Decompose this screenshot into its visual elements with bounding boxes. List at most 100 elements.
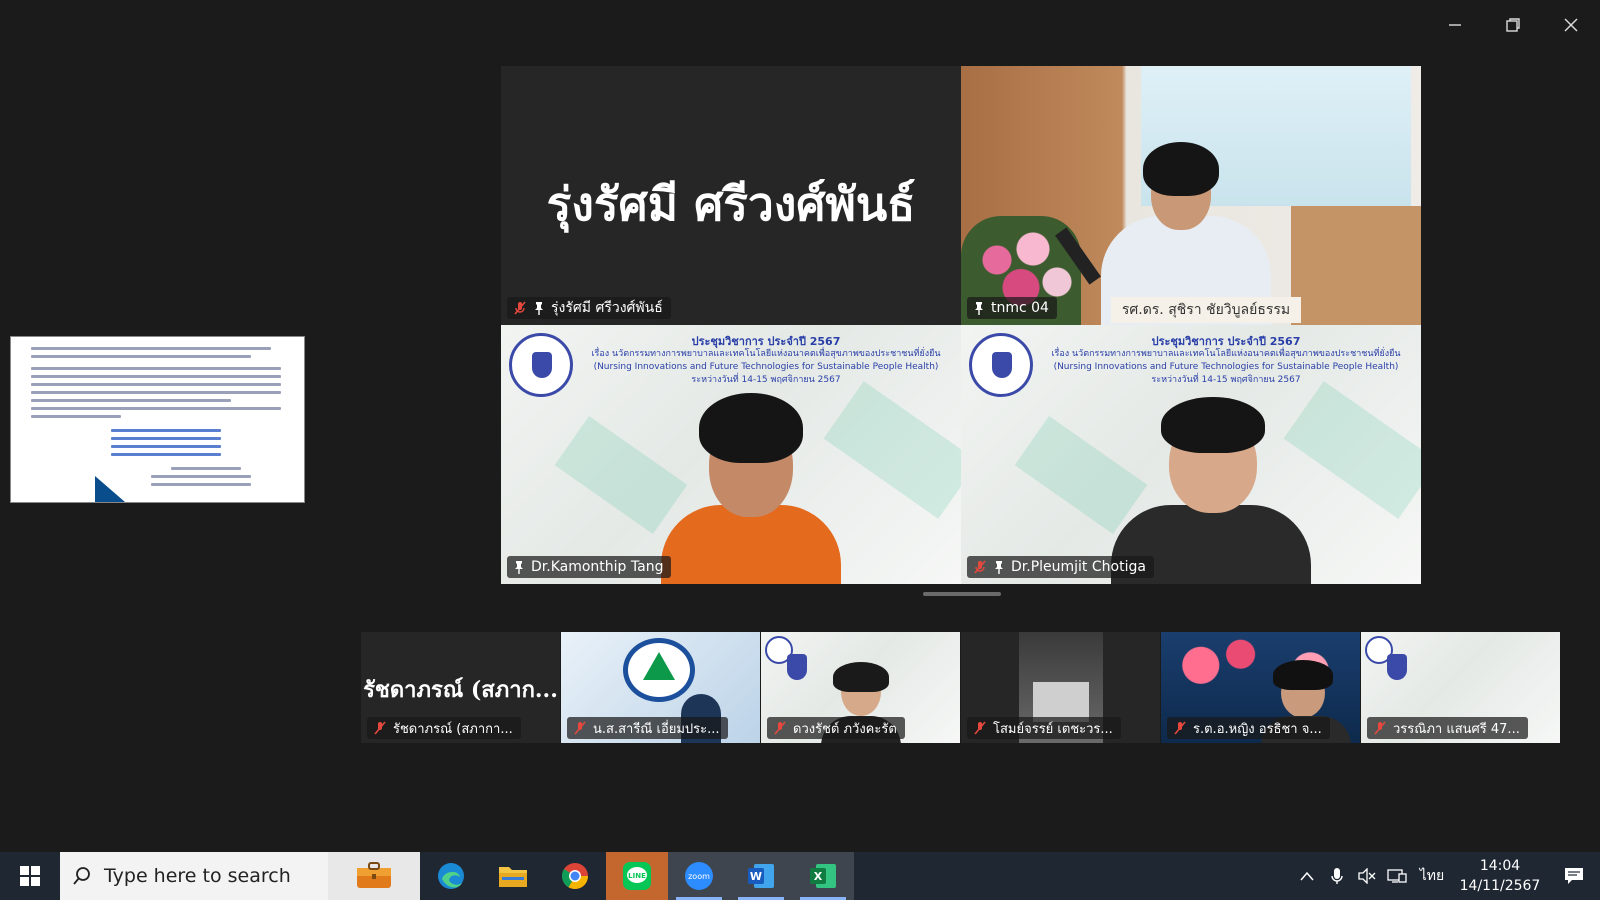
- pin-icon: [975, 302, 983, 315]
- filmstrip-tile[interactable]: น.ส.สารีณี เอี่ยมประ...: [561, 632, 760, 743]
- taskbar-chrome[interactable]: [544, 852, 606, 900]
- folder-icon: [499, 867, 527, 887]
- participant-name: รัชดาภรณ์ (สภากา...: [393, 721, 513, 737]
- conference-banner: ประชุมวิชาการ ประจำปี 2567 เรื่อง นวัตกร…: [1051, 335, 1401, 385]
- svg-text:W: W: [750, 870, 762, 883]
- muted-mic-icon: [974, 560, 986, 574]
- zoom-icon: zoom: [685, 862, 713, 890]
- svg-text:LINE: LINE: [628, 872, 646, 880]
- podium-sign: รศ.ดร. สุชิรา ชัยวิบูลย์ธรรม: [1111, 297, 1301, 323]
- taskbar-excel[interactable]: X: [792, 852, 854, 900]
- participant-name: ร.ต.อ.หญิง อรธิชา จ...: [1193, 721, 1322, 737]
- chevron-up-icon: [1300, 871, 1314, 881]
- excel-icon: X: [810, 864, 836, 888]
- participant-tile[interactable]: รุ่งรัศมี ศรีวงศ์พันธ์ รุ่งรัศมี ศรีวงศ์…: [501, 66, 961, 325]
- edge-icon: [438, 863, 464, 889]
- volume-tray-button[interactable]: [1352, 868, 1382, 884]
- filmstrip-tile[interactable]: โสมย์จรรย์ เตชะวร...: [961, 632, 1160, 743]
- filmstrip-tile[interactable]: ร.ต.อ.หญิง อรธิชา จ...: [1161, 632, 1360, 743]
- microphone-tray-button[interactable]: [1322, 867, 1352, 885]
- participant-name-tag: tnmc 04: [967, 297, 1057, 319]
- conference-logo-icon: [509, 333, 573, 397]
- participant-name: น.ส.สารีณี เอี่ยมประ...: [593, 721, 720, 737]
- clock-time: 14:04: [1479, 858, 1521, 874]
- action-center-button[interactable]: [1548, 867, 1600, 885]
- network-tray-button[interactable]: [1382, 868, 1412, 884]
- taskbar: Type here to search LINE zoom W X ไทย 14…: [0, 852, 1600, 900]
- svg-text:zoom: zoom: [688, 872, 710, 881]
- close-icon: [1564, 18, 1578, 32]
- participant-tile[interactable]: รศ.ดร. สุชิรา ชัยวิบูลย์ธรรม tnmc 04: [961, 66, 1421, 325]
- participant-display-name: รุ่งรัศมี ศรีวงศ์พันธ์: [546, 177, 916, 231]
- participant-name-tag: ดวงรัชต์ ภวังคะรัต: [767, 717, 905, 739]
- svg-text:X: X: [814, 870, 823, 883]
- participant-name-tag: น.ส.สารีณี เอี่ยมประ...: [567, 717, 728, 739]
- input-language-button[interactable]: ไทย: [1412, 865, 1452, 887]
- minimize-icon: [1449, 24, 1461, 26]
- muted-mic-icon: [514, 301, 526, 315]
- windows-logo-icon: [20, 866, 40, 886]
- conference-logo-icon: [765, 636, 807, 680]
- taskbar-word[interactable]: W: [730, 852, 792, 900]
- zoom-window: รุ่งรัศมี ศรีวงศ์พันธ์ รุ่งรัศมี ศรีวงศ์…: [0, 0, 1600, 900]
- speaker-muted-icon: [1358, 868, 1376, 884]
- notification-icon: [1565, 868, 1583, 884]
- participant-tile[interactable]: ประชุมวิชาการ ประจำปี 2567 เรื่อง นวัตกร…: [961, 325, 1421, 584]
- participant-name-tag: Dr.Pleumjit Chotiga: [967, 556, 1154, 578]
- network-icon: [1387, 869, 1407, 883]
- filmstrip-tile[interactable]: วรรณิภา แสนศรี 47...: [1361, 632, 1560, 743]
- muted-mic-icon: [1374, 721, 1386, 735]
- participant-name: Dr.Kamonthip Tang: [531, 559, 664, 575]
- chrome-icon: [561, 863, 589, 890]
- muted-mic-icon: [774, 721, 786, 735]
- search-highlight-button[interactable]: [328, 852, 420, 900]
- pin-icon: [995, 561, 1003, 574]
- muted-mic-icon: [574, 721, 586, 735]
- pin-icon: [535, 302, 543, 315]
- restore-button[interactable]: [1490, 8, 1536, 42]
- muted-mic-icon: [374, 721, 386, 735]
- participant-name-tag: ร.ต.อ.หญิง อรธิชา จ...: [1167, 717, 1330, 739]
- system-tray: ไทย 14:04 14/11/2567: [1292, 852, 1600, 900]
- taskbar-zoom[interactable]: zoom: [668, 852, 730, 900]
- conference-logo-icon: [1365, 636, 1407, 680]
- shared-screen-thumbnail[interactable]: [10, 336, 305, 503]
- taskbar-file-explorer[interactable]: [482, 852, 544, 900]
- conference-logo-icon: [969, 333, 1033, 397]
- minimize-button[interactable]: [1432, 8, 1478, 42]
- muted-mic-icon: [974, 721, 986, 735]
- start-button[interactable]: [0, 852, 60, 900]
- pin-icon: [515, 561, 523, 574]
- show-hidden-icons-button[interactable]: [1292, 871, 1322, 881]
- muted-mic-icon: [1174, 721, 1186, 735]
- participant-name-tag: วรรณิภา แสนศรี 47...: [1367, 717, 1528, 739]
- search-placeholder: Type here to search: [104, 865, 291, 887]
- taskbar-line[interactable]: LINE: [606, 852, 668, 900]
- filmstrip-tile[interactable]: ดวงรัชต์ ภวังคะรัต: [761, 632, 960, 743]
- taskbar-search-box[interactable]: Type here to search: [60, 852, 420, 900]
- taskbar-edge[interactable]: [420, 852, 482, 900]
- close-button[interactable]: [1548, 8, 1594, 42]
- participant-name-tag: รัชดาภรณ์ (สภากา...: [367, 717, 521, 739]
- participant-name-tag: รุ่งรัศมี ศรีวงศ์พันธ์: [507, 297, 671, 319]
- participant-name-tag: โสมย์จรรย์ เตชะวร...: [967, 717, 1121, 739]
- word-icon: W: [748, 864, 774, 888]
- restore-icon: [1506, 18, 1520, 32]
- search-icon: [73, 867, 90, 885]
- input-language: ไทย: [1419, 868, 1445, 884]
- participant-display-name: รัชดาภรณ์ (สภาก...: [363, 677, 558, 703]
- briefcase-icon: [357, 862, 391, 888]
- participant-name: tnmc 04: [991, 300, 1049, 316]
- conference-banner: ประชุมวิชาการ ประจำปี 2567 เรื่อง นวัตกร…: [591, 335, 941, 385]
- microphone-icon: [1331, 868, 1343, 884]
- participant-tile-active-speaker[interactable]: ประชุมวิชาการ ประจำปี 2567 เรื่อง นวัตกร…: [501, 325, 961, 584]
- participant-name-tag: Dr.Kamonthip Tang: [507, 556, 672, 578]
- clock-date: 14/11/2567: [1459, 878, 1541, 894]
- participant-name: วรรณิภา แสนศรี 47...: [1393, 721, 1520, 737]
- participant-name: ดวงรัชต์ ภวังคะรัต: [793, 721, 897, 737]
- clock[interactable]: 14:04 14/11/2567: [1452, 856, 1548, 896]
- participant-name: รุ่งรัศมี ศรีวงศ์พันธ์: [551, 300, 663, 316]
- filmstrip-tile[interactable]: รัชดาภรณ์ (สภาก... รัชดาภรณ์ (สภากา...: [361, 632, 560, 743]
- grid-scroll-handle[interactable]: [923, 592, 1001, 596]
- participant-name: โสมย์จรรย์ เตชะวร...: [993, 721, 1113, 737]
